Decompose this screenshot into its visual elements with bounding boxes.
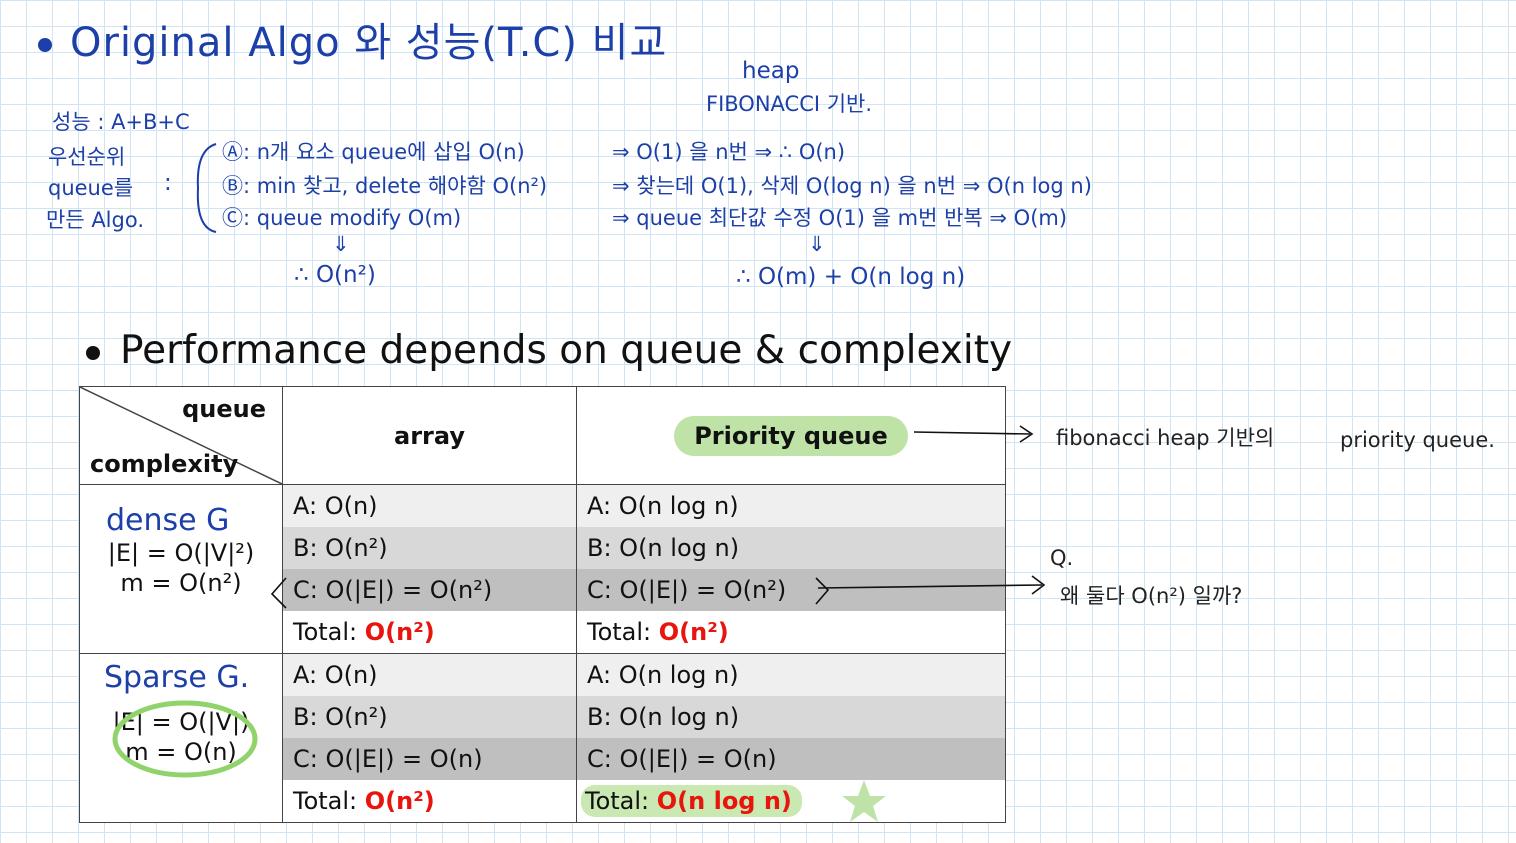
annotation-arrows (270, 425, 1046, 609)
pq-note: priority queue. (1340, 428, 1495, 452)
question-text: 왜 둘다 O(n²) 일까? (1060, 584, 1243, 608)
question-label: Q. (1050, 546, 1074, 570)
fib-note: fibonacci heap 기반의 (1056, 426, 1275, 450)
